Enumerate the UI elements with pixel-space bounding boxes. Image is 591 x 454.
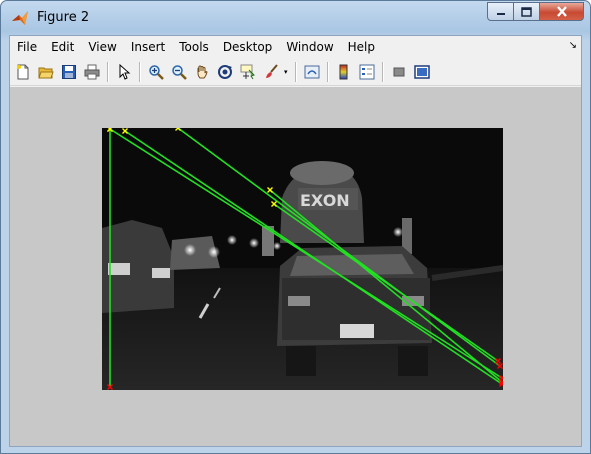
- data-cursor-button[interactable]: [238, 62, 258, 82]
- tanker-logo-text: EXON: [300, 191, 350, 210]
- insert-colorbar-icon: [339, 64, 348, 79]
- night-traffic-image: EXON: [102, 128, 503, 390]
- menu-help[interactable]: Help: [341, 40, 382, 54]
- dock-arrow-icon[interactable]: ↘: [569, 40, 577, 51]
- menu-desktop[interactable]: Desktop: [216, 40, 280, 54]
- toolbar-separator: [294, 61, 297, 82]
- print-figure-icon: [84, 64, 100, 79]
- rotate-3d-button[interactable]: [215, 62, 235, 82]
- menu-file[interactable]: File: [10, 40, 44, 54]
- link-plot-button[interactable]: [302, 62, 322, 82]
- new-figure-icon: [17, 64, 29, 79]
- menu-edit[interactable]: Edit: [44, 40, 81, 54]
- close-button[interactable]: [540, 2, 584, 21]
- window-controls: [487, 2, 584, 22]
- toolbar-separator: [381, 61, 384, 82]
- hide-plot-tools-icon: [393, 67, 405, 76]
- open-file-icon: [38, 67, 54, 78]
- menu-view[interactable]: View: [81, 40, 123, 54]
- maximize-icon: [521, 6, 532, 17]
- zoom-out-icon: [172, 64, 187, 80]
- maximize-button[interactable]: [514, 2, 540, 21]
- brush-button[interactable]: [261, 62, 281, 82]
- insert-legend-icon: [359, 64, 375, 79]
- save-figure-button[interactable]: [59, 62, 79, 82]
- image-axes[interactable]: EXON: [102, 128, 503, 390]
- edit-plot-button[interactable]: [114, 62, 134, 82]
- minimize-icon: [496, 12, 505, 15]
- minimize-button[interactable]: [487, 2, 514, 21]
- menu-bar: File Edit View Insert Tools Desktop Wind…: [10, 36, 581, 58]
- zoom-in-icon: [149, 64, 164, 80]
- link-plot-icon: [304, 65, 320, 78]
- zoom-out-button[interactable]: [169, 62, 189, 82]
- figure-canvas[interactable]: EXON: [10, 87, 581, 446]
- open-file-button[interactable]: [36, 62, 56, 82]
- toolbar-separator: [139, 61, 141, 82]
- edit-plot-icon: [119, 63, 131, 80]
- title-bar[interactable]: Figure 2: [1, 1, 590, 35]
- zoom-in-button[interactable]: [146, 62, 166, 82]
- figure-toolbar: ▾: [10, 58, 581, 86]
- rotate-3d-icon: [218, 64, 232, 79]
- show-plot-tools-icon: [413, 64, 430, 79]
- close-icon: [556, 6, 567, 17]
- matlab-logo-icon: [12, 11, 28, 25]
- menu-window[interactable]: Window: [279, 40, 340, 54]
- data-cursor-icon: [240, 64, 255, 79]
- menu-tools[interactable]: Tools: [172, 40, 216, 54]
- insert-legend-button[interactable]: [357, 62, 377, 82]
- new-figure-button[interactable]: [13, 62, 33, 82]
- menu-insert[interactable]: Insert: [124, 40, 172, 54]
- save-figure-icon: [62, 64, 76, 79]
- hide-plot-tools-button[interactable]: [389, 62, 409, 82]
- window-title: Figure 2: [37, 10, 90, 25]
- pan-icon: [197, 65, 208, 78]
- insert-colorbar-button[interactable]: [334, 62, 354, 82]
- figure-window: Figure 2 File Edit View Insert Tools Des…: [0, 0, 591, 454]
- show-plot-tools-button[interactable]: [412, 62, 432, 82]
- toolbar-separator: [326, 61, 329, 82]
- brush-dropdown-icon[interactable]: ▾: [284, 68, 288, 76]
- toolbar-separator: [107, 61, 109, 82]
- print-figure-button[interactable]: [82, 62, 102, 82]
- pan-button[interactable]: [192, 62, 212, 82]
- figure-client-area: File Edit View Insert Tools Desktop Wind…: [9, 35, 582, 447]
- brush-icon: [266, 63, 278, 78]
